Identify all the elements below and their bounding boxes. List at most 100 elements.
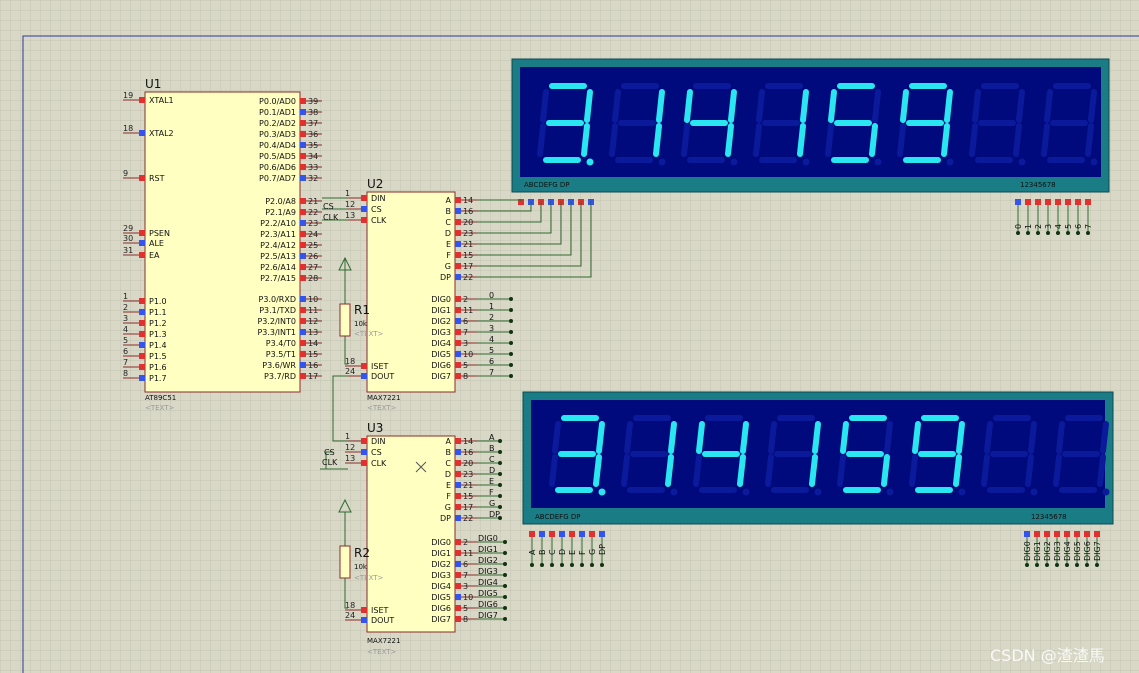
u1-pin-p0-1-ad1[interactable]: 38 P0.1/AD1	[259, 108, 322, 117]
r2-value-label: 10k	[354, 563, 368, 571]
segment-e	[609, 123, 618, 157]
pin-number: 4	[123, 325, 128, 334]
pin-label: P1.1	[149, 308, 167, 317]
u1-pin-p3-2-int0[interactable]: 12 P3.2/INT0	[257, 317, 322, 326]
u1-pin-p2-6-a14[interactable]: 27 P2.6/A14	[260, 263, 322, 272]
pin-number: 22	[463, 514, 473, 523]
pin-number: 23	[308, 219, 318, 228]
pin-number: 8	[463, 372, 468, 381]
segment-dp	[658, 158, 666, 166]
u1-pin-p0-7-ad7[interactable]: 32 P0.7/AD7	[259, 174, 322, 183]
pin-label: E	[446, 481, 451, 490]
r1-ref-label: R1	[354, 303, 370, 317]
u1-pin-p3-1-txd[interactable]: 11 P3.1/TXD	[259, 306, 322, 315]
u1-pin-p3-3-int1[interactable]: 13 P3.3/INT1	[257, 328, 322, 337]
u1-pin-p0-4-ad4[interactable]: 35 P0.4/AD4	[259, 141, 322, 150]
u2-dig-net-label: 4	[489, 335, 494, 344]
u1-pin-p3-7-rd[interactable]: 17 P3.7/RD	[264, 372, 322, 381]
pin-label: PSEN	[149, 229, 170, 238]
pin-number: 17	[463, 262, 473, 271]
u1-pin-p0-5-ad5[interactable]: 34 P0.5/AD5	[259, 152, 322, 161]
u1-pin-p2-4-a12[interactable]: 25 P2.4/A12	[260, 241, 322, 250]
u1-pin-p3-4-t0[interactable]: 14 P3.4/T0	[266, 339, 322, 348]
u1-pin-p0-3-ad3[interactable]: 36 P0.3/AD3	[259, 130, 322, 139]
pin-label: DIG3	[431, 328, 451, 337]
segment-f	[696, 421, 705, 454]
u1-ref-label: U1	[145, 77, 161, 91]
u1-pin-p2-3-a11[interactable]: 24 P2.3/A11	[260, 230, 322, 239]
segment-c	[653, 123, 662, 157]
u1-pin-p2-5-a13[interactable]: 26 P2.5/A13	[260, 252, 322, 261]
u1-part-label: AT89C51	[145, 394, 176, 402]
u1-pin-p3-6-wr[interactable]: 16 P3.6/WR	[262, 361, 322, 370]
u3-ref-label: U3	[367, 421, 383, 435]
u3-seg-net-label: A	[489, 433, 495, 442]
pin-number: 17	[463, 503, 473, 512]
pin-label: ALE	[149, 239, 164, 248]
segment-b	[1016, 89, 1025, 123]
u1-pin-p2-1-a9[interactable]: 22 P2.1/A9	[265, 208, 322, 217]
u3-text-placeholder: <TEXT>	[367, 648, 397, 656]
segment-e	[909, 454, 918, 487]
segment-e	[537, 123, 546, 157]
pin-number: 20	[463, 218, 473, 227]
segment-b	[1088, 89, 1097, 123]
u3-dig-net-label: DIG6	[478, 600, 498, 609]
segment-dp	[586, 158, 594, 166]
u3-seg-net-label: G	[489, 499, 495, 508]
segment-dp	[598, 488, 606, 496]
pin-number: 23	[463, 229, 473, 238]
segment-c	[1097, 454, 1106, 487]
pin-number: 37	[308, 119, 318, 128]
segment-b	[1100, 421, 1109, 454]
u1-pin-p2-2-a10[interactable]: 23 P2.2/A10	[260, 219, 322, 228]
pin-number: 20	[463, 459, 473, 468]
segment-c	[665, 454, 674, 487]
pin-number: 14	[463, 196, 473, 205]
pin-label: P2.7/A15	[260, 274, 296, 283]
segment-c	[593, 454, 602, 487]
u2-dig-net-label: 6	[489, 357, 494, 366]
u1-pin-p2-7-a15[interactable]: 28 P2.7/A15	[260, 274, 322, 283]
seg-pin-label: G	[588, 549, 597, 555]
pin-number: 1	[345, 189, 350, 198]
pin-label: CLK	[371, 459, 387, 468]
pin-number: 13	[308, 328, 318, 337]
u1-pin-p0-0-ad0[interactable]: 39 P0.0/AD0	[259, 97, 322, 106]
segment-e	[549, 454, 558, 487]
pin-number: 13	[345, 211, 355, 220]
segment-f	[1044, 89, 1053, 123]
pin-number: 21	[463, 240, 473, 249]
pin-label: P1.0	[149, 297, 167, 306]
pin-number: 8	[463, 615, 468, 624]
segment-e	[969, 123, 978, 157]
seg-pin-label: F	[578, 550, 587, 555]
pin-number: 12	[345, 200, 355, 209]
u1-pin-p3-5-t1[interactable]: 15 P3.5/T1	[266, 350, 322, 359]
pin-label: D	[445, 229, 451, 238]
pin-number: 12	[308, 317, 318, 326]
u2-dig-net-label: 0	[489, 291, 494, 300]
pin-label: EA	[149, 251, 160, 260]
segment-b	[800, 89, 809, 123]
schematic-canvas: U1 AT89C51 <TEXT> 19XTAL118XTAL29RST29PS…	[0, 0, 1139, 673]
r1-text-placeholder: <TEXT>	[354, 330, 384, 338]
u1-pin-p2-0-a8[interactable]: 21 P2.0/A8	[265, 197, 322, 206]
segment-e	[621, 454, 630, 487]
u2-ref-label: U2	[367, 177, 383, 191]
pin-number: 15	[308, 350, 318, 359]
dig-pin-label: DIG4	[1063, 541, 1072, 561]
u1-pin-p0-6-ad6[interactable]: 33 P0.6/AD6	[259, 163, 322, 172]
u1-pin-p0-2-ad2[interactable]: 37 P0.2/AD2	[259, 119, 322, 128]
dig-pin-label: DIG7	[1093, 541, 1102, 561]
u1-pin-p3-0-rxd[interactable]: 10 P3.0/RXD	[259, 295, 322, 304]
u3-seg-net-label: C	[489, 455, 495, 464]
segment-e	[837, 454, 846, 487]
pin-number: 5	[463, 361, 468, 370]
u1-microcontroller[interactable]: U1 AT89C51 <TEXT> 19XTAL118XTAL29RST29PS…	[123, 77, 322, 412]
pin-number: 38	[308, 108, 318, 117]
u2-part-label: MAX7221	[367, 394, 400, 402]
segment-dp	[946, 158, 954, 166]
pin-number: 5	[463, 604, 468, 613]
pin-label: A	[446, 196, 452, 205]
